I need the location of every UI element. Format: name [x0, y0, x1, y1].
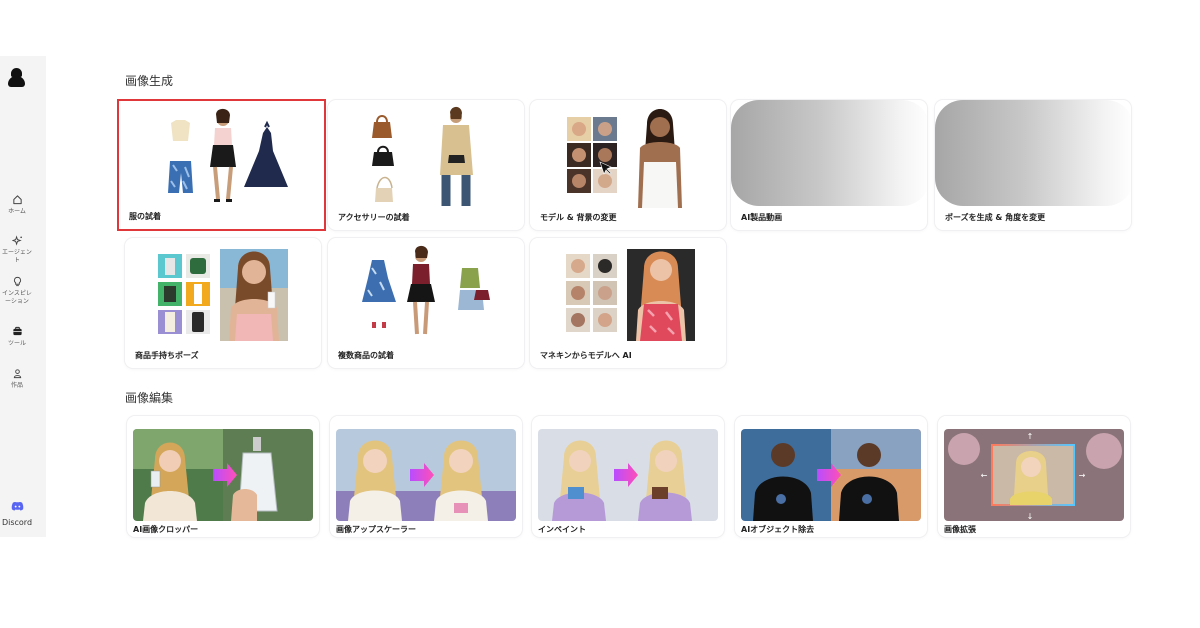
- sidebar-item-label: インスピレーション: [2, 290, 32, 305]
- card-image: [336, 429, 516, 521]
- card-image-expand[interactable]: ↑ ↓ ← → 画像拡張: [938, 416, 1130, 537]
- card-label: ポーズを生成 & 角度を変更: [945, 213, 1046, 222]
- card-image: [567, 109, 682, 208]
- card-image: [362, 245, 490, 335]
- svg-text:↓: ↓: [1027, 512, 1034, 521]
- card-image: [168, 108, 288, 202]
- sidebar-item-agent[interactable]: エージェント: [0, 235, 34, 265]
- discord-label: Discord: [1, 518, 33, 527]
- app-logo[interactable]: [8, 68, 26, 88]
- section-title-generation: 画像生成: [125, 74, 174, 88]
- card-pose-angle[interactable]: ポーズを生成 & 角度を変更: [935, 100, 1131, 230]
- sidebar-item-label: エージェント: [2, 249, 32, 264]
- card-image: [741, 429, 921, 521]
- card-accessory-tryon[interactable]: アクセサリーの試着: [328, 100, 524, 230]
- card-image: [372, 106, 473, 206]
- card-label: インペイント: [538, 525, 586, 534]
- card-label: AI画像クロッパー: [133, 525, 199, 534]
- card-label: 複数商品の試着: [338, 351, 394, 360]
- card-mannequin-to-model[interactable]: マネキンからモデルへ AI: [530, 238, 726, 368]
- card-label: マネキンからモデルへ AI: [540, 351, 632, 360]
- lightbulb-icon: [13, 276, 21, 287]
- card-image: [133, 429, 313, 521]
- svg-text:→: →: [1079, 471, 1086, 480]
- sidebar: ホーム エージェント インスピレーション ツール 作品 Discord: [0, 56, 46, 537]
- discord-icon: [11, 502, 23, 511]
- card-inpaint[interactable]: インペイント: [532, 416, 724, 537]
- card-image: ↑ ↓ ← →: [944, 429, 1124, 521]
- sidebar-item-tools[interactable]: ツール: [0, 326, 34, 348]
- card-label: 商品手持ちポーズ: [135, 351, 199, 360]
- svg-text:↑: ↑: [1027, 432, 1034, 441]
- card-label: アクセサリーの試着: [338, 213, 410, 222]
- sparkle-icon: [11, 235, 22, 246]
- card-ai-cropper[interactable]: AI画像クロッパー: [127, 416, 319, 537]
- sidebar-item-label: ツール: [7, 340, 26, 347]
- card-label: AI製品動画: [741, 213, 783, 222]
- card-label: 画像拡張: [944, 525, 976, 534]
- card-upscaler[interactable]: 画像アップスケーラー: [330, 416, 522, 537]
- sidebar-item-label: ホーム: [8, 208, 26, 215]
- card-image-placeholder: [731, 100, 927, 206]
- card-label: 服の試着: [129, 212, 161, 221]
- card-image: [158, 249, 288, 341]
- svg-text:←: ←: [981, 471, 988, 480]
- card-image: [538, 429, 718, 521]
- card-image-placeholder: [935, 100, 1131, 206]
- card-multi-product-tryon[interactable]: 複数商品の試着: [328, 238, 524, 368]
- card-ai-product-video[interactable]: AI製品動画: [731, 100, 927, 230]
- card-object-removal[interactable]: AIオブジェクト除去: [735, 416, 927, 537]
- card-label: モデル & 背景の変更: [540, 213, 617, 222]
- sidebar-item-inspiration[interactable]: インスピレーション: [0, 276, 34, 306]
- section-title-editing: 画像編集: [125, 391, 174, 405]
- card-label: AIオブジェクト除去: [741, 525, 815, 534]
- sidebar-item-label: 作品: [10, 382, 23, 389]
- sidebar-item-home[interactable]: ホーム: [0, 194, 34, 216]
- user-icon: [13, 369, 21, 379]
- card-model-background[interactable]: モデル & 背景の変更: [530, 100, 726, 230]
- home-icon: [12, 195, 22, 205]
- toolbox-icon: [12, 326, 22, 336]
- discord-link[interactable]: Discord: [0, 496, 34, 527]
- card-product-hold-pose[interactable]: 商品手持ちポーズ: [125, 238, 321, 368]
- card-image: [566, 249, 695, 341]
- card-label: 画像アップスケーラー: [336, 525, 416, 534]
- card-clothes-tryon[interactable]: 服の試着: [117, 99, 326, 231]
- sidebar-item-works[interactable]: 作品: [0, 368, 34, 390]
